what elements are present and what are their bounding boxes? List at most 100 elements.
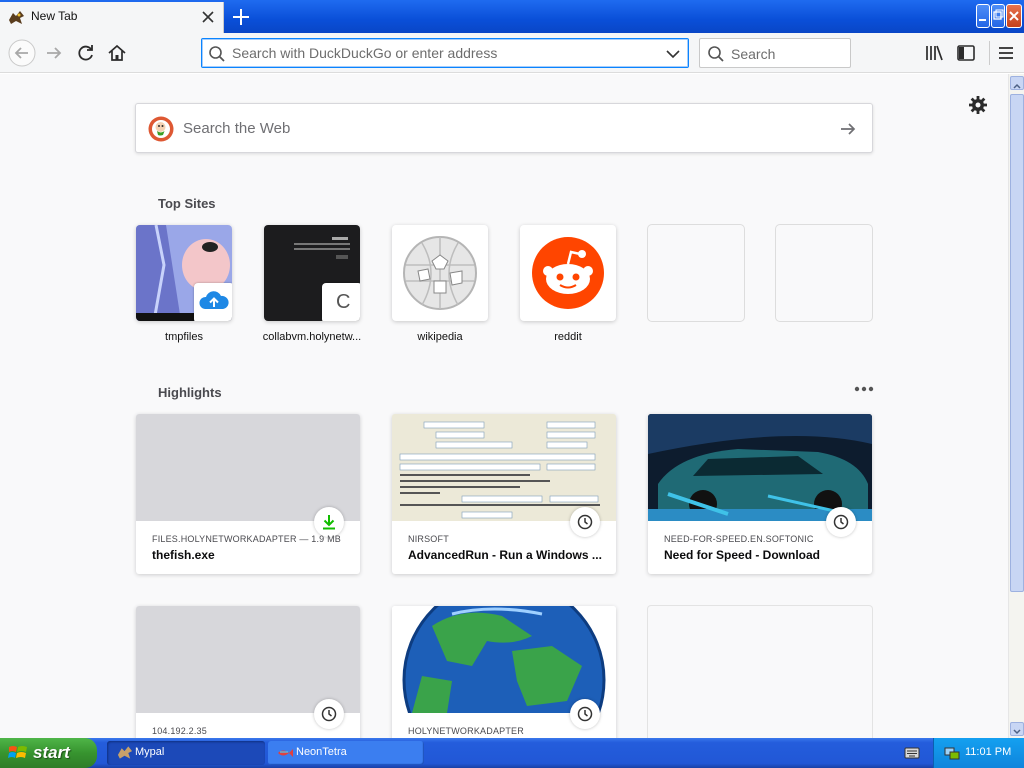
toolbar-separator xyxy=(989,41,990,65)
top-site-tile-reddit[interactable] xyxy=(520,225,616,321)
clock-icon xyxy=(833,514,849,530)
highlight-host: 104.192.2.35 xyxy=(152,726,207,736)
mypal-favicon-icon xyxy=(9,11,24,24)
top-site-tile-empty[interactable] xyxy=(776,225,872,321)
collabvm-badge: C xyxy=(322,283,360,321)
highlight-thumbnail xyxy=(392,606,616,713)
address-input[interactable] xyxy=(232,44,652,62)
keyboard-icon[interactable] xyxy=(904,746,920,760)
scroll-up-button[interactable] xyxy=(1010,76,1024,90)
chevron-down-icon[interactable] xyxy=(664,45,682,63)
highlight-host: FILES.HOLYNETWORKADAPTER — 1.9 MB xyxy=(152,534,341,544)
close-tab-icon[interactable] xyxy=(198,7,218,27)
tab-new-tab[interactable]: New Tab xyxy=(0,2,224,33)
taskbar: start Mypal NeonTetra 11:01 PM xyxy=(0,738,1024,768)
vertical-scrollbar[interactable] xyxy=(1008,74,1024,738)
nav-toolbar xyxy=(0,33,1024,73)
start-button[interactable]: start xyxy=(0,738,97,768)
visited-badge xyxy=(570,507,600,537)
close-icon xyxy=(1009,11,1019,21)
system-tray: 11:01 PM xyxy=(933,738,1024,768)
taskbar-clock[interactable]: 11:01 PM xyxy=(965,746,1011,758)
restore-icon xyxy=(993,9,1004,20)
web-search-box[interactable]: Search the Web xyxy=(135,103,873,153)
highlight-title: Need for Speed - Download xyxy=(664,548,821,562)
scrollbar-thumb[interactable] xyxy=(1010,94,1024,592)
wikipedia-globe-icon xyxy=(403,236,477,310)
collabvm-badge-letter: C xyxy=(336,291,351,313)
top-site-label: collabvm.holynetw... xyxy=(262,331,362,343)
need-for-speed-image xyxy=(648,414,872,521)
more-options-icon[interactable] xyxy=(852,383,876,395)
top-site-label: tmpfiles xyxy=(165,331,203,343)
visited-badge xyxy=(826,507,856,537)
advancedrun-screenshot xyxy=(392,414,616,521)
clock-icon xyxy=(321,706,337,722)
globe-image xyxy=(392,606,616,713)
highlight-card[interactable]: FILES.HOLYNETWORKADAPTER — 1.9 MB thefis… xyxy=(136,414,360,574)
chevron-up-icon xyxy=(1013,83,1021,89)
highlight-card[interactable]: 104.192.2.35 xyxy=(136,606,360,738)
reddit-logo-icon xyxy=(532,237,604,309)
sidebar-toggle-icon[interactable] xyxy=(954,41,978,65)
cloud-upload-icon xyxy=(199,291,229,309)
duckduckgo-logo-icon xyxy=(148,116,174,142)
highlight-host: NIRSOFT xyxy=(408,534,449,544)
search-input[interactable] xyxy=(731,45,841,63)
new-tab-plus-icon[interactable] xyxy=(228,4,254,30)
taskbar-item-neontetra[interactable]: NeonTetra xyxy=(268,741,424,765)
highlights-heading: Highlights xyxy=(158,385,222,400)
download-icon xyxy=(323,515,335,530)
highlight-thumbnail xyxy=(136,606,360,713)
search-bar[interactable] xyxy=(699,38,851,68)
clock-icon xyxy=(577,706,593,722)
start-label: start xyxy=(33,743,70,762)
highlight-title: AdvancedRun - Run a Windows ... xyxy=(408,548,602,562)
reload-icon[interactable] xyxy=(74,41,98,65)
back-arrow-icon[interactable] xyxy=(8,39,36,67)
close-window-button[interactable] xyxy=(1006,4,1022,28)
search-icon xyxy=(209,46,225,62)
highlight-title: thefish.exe xyxy=(152,548,215,562)
library-icon[interactable] xyxy=(922,41,946,65)
gear-icon[interactable] xyxy=(968,95,988,115)
restore-window-button[interactable] xyxy=(991,4,1005,28)
minimize-window-button[interactable] xyxy=(976,4,990,28)
tab-strip: New Tab xyxy=(0,0,1024,33)
clock-icon xyxy=(577,514,593,530)
highlight-card[interactable]: NEED-FOR-SPEED.EN.SOFTONIC Need for Spee… xyxy=(648,414,872,574)
address-bar[interactable] xyxy=(201,38,689,68)
highlight-thumbnail xyxy=(648,414,872,521)
forward-arrow-icon[interactable] xyxy=(42,41,66,65)
screen: New Tab Search with DuckDuckGo or enter … xyxy=(0,0,1024,768)
top-site-tile-empty[interactable] xyxy=(648,225,744,321)
top-site-label: reddit xyxy=(554,331,582,343)
highlight-card[interactable]: HOLYNETWORKADAPTER xyxy=(392,606,616,738)
top-site-tile-wikipedia[interactable] xyxy=(392,225,488,321)
highlight-thumbnail xyxy=(392,414,616,521)
scroll-down-button[interactable] xyxy=(1010,722,1024,736)
visited-badge xyxy=(570,699,600,729)
visited-badge xyxy=(314,699,344,729)
top-sites-heading: Top Sites xyxy=(158,196,216,211)
highlight-host: HOLYNETWORKADAPTER xyxy=(408,726,524,736)
network-tray-icon[interactable] xyxy=(944,745,960,761)
fish-icon xyxy=(278,749,293,757)
top-site-label: wikipedia xyxy=(417,331,463,343)
home-icon[interactable] xyxy=(105,41,129,65)
tab-title: New Tab xyxy=(31,9,78,23)
upload-badge xyxy=(194,283,232,321)
taskbar-item-label: Mypal xyxy=(135,746,165,758)
highlight-card[interactable]: NIRSOFT AdvancedRun - Run a Windows ... xyxy=(392,414,616,574)
highlight-host: NEED-FOR-SPEED.EN.SOFTONIC xyxy=(664,534,814,544)
top-site-tile-collabvm[interactable]: C xyxy=(264,225,360,321)
taskbar-item-mypal[interactable]: Mypal xyxy=(107,741,265,765)
top-site-tile-tmpfiles[interactable] xyxy=(136,225,232,321)
mypal-icon xyxy=(117,746,133,759)
web-search-placeholder: Search the Web xyxy=(183,120,291,137)
download-badge xyxy=(314,507,344,537)
arrow-right-icon[interactable] xyxy=(838,119,858,139)
hamburger-menu-icon[interactable] xyxy=(994,41,1018,65)
new-tab-page: Search the Web Top Sites tmpfiles C coll… xyxy=(0,74,1008,738)
search-icon xyxy=(708,46,724,62)
